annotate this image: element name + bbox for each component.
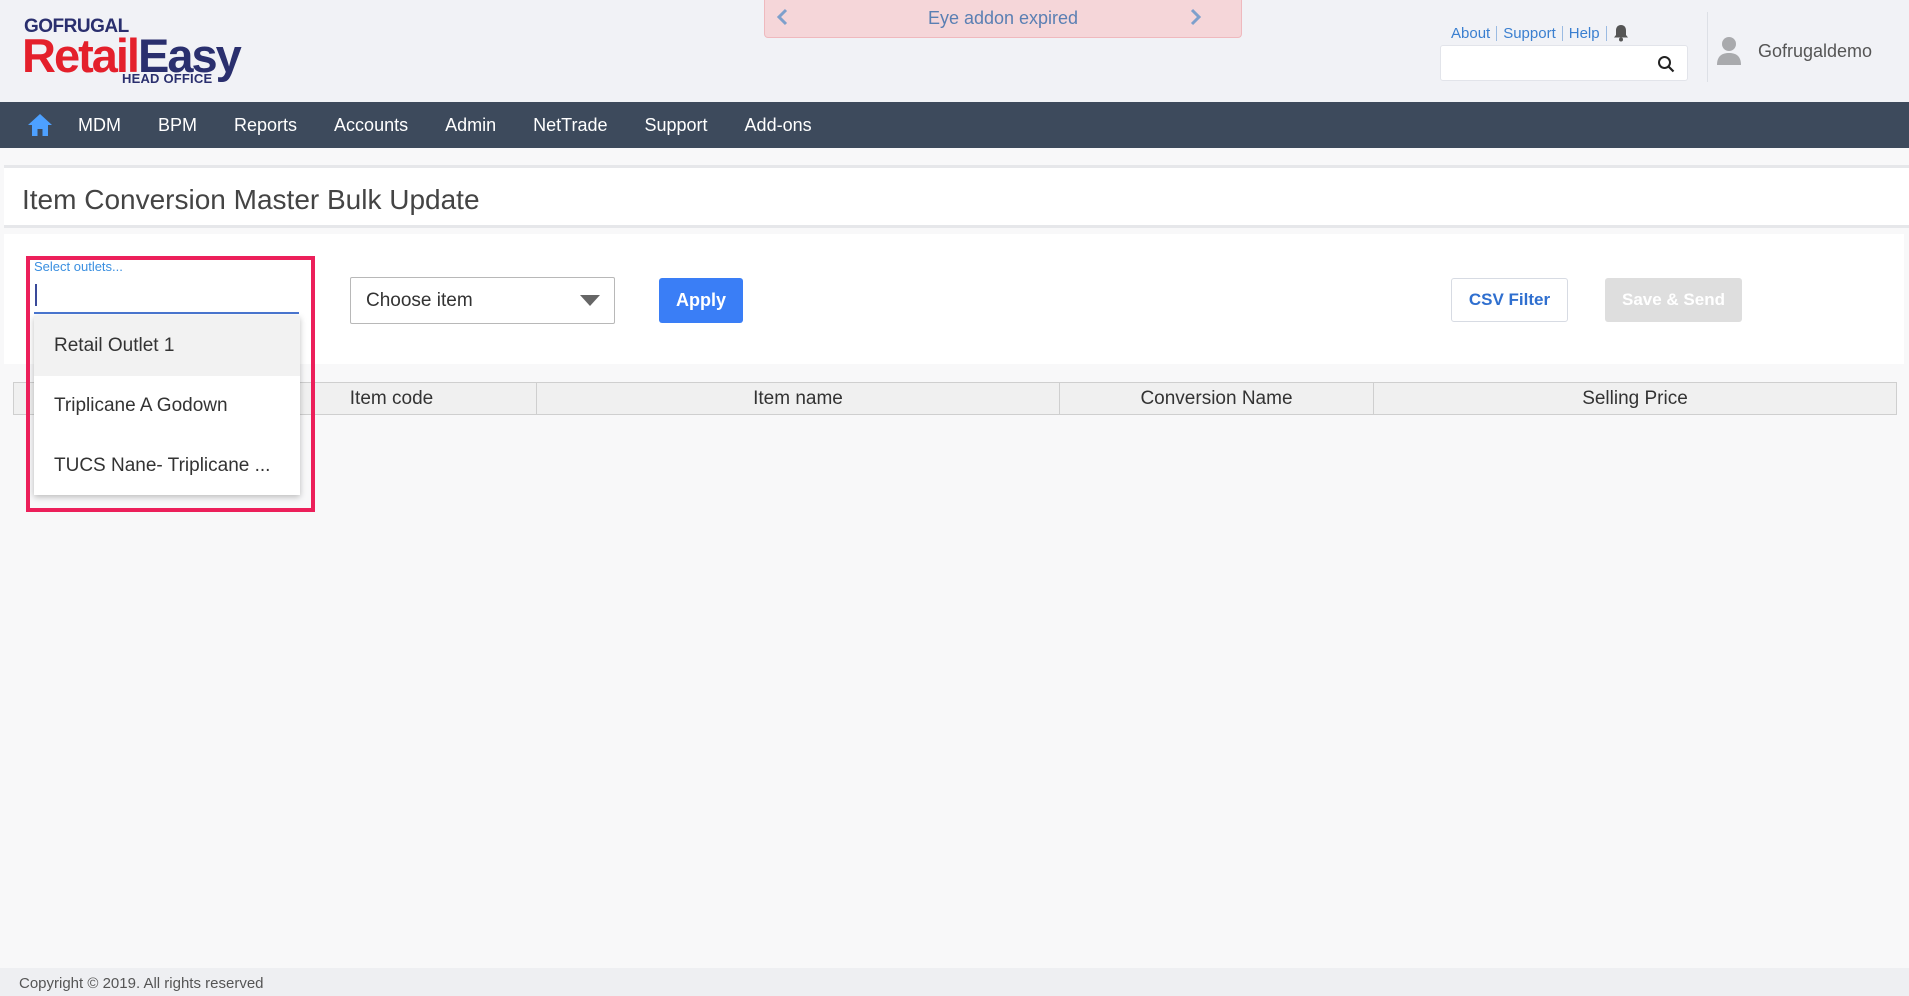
nav-item-admin[interactable]: Admin [445,115,496,136]
outlet-select-underline [34,312,299,314]
user-name: Gofrugaldemo [1758,40,1873,61]
page: GOFRUGAL RetailEasy HEAD OFFICE Eye addo… [0,0,1909,996]
choose-item-select[interactable]: Choose item [350,277,615,324]
logo[interactable]: GOFRUGAL RetailEasy HEAD OFFICE [22,12,262,88]
search-box [1440,45,1688,81]
user-avatar-icon [1716,36,1742,66]
nav-item-accounts[interactable]: Accounts [334,115,408,136]
outlet-select[interactable]: Select outlets... [30,253,302,316]
apply-button[interactable]: Apply [659,278,743,323]
outlet-option[interactable]: Triplicane A Godown [34,376,300,436]
outlet-option[interactable]: TUCS Nane- Triplicane ... [34,436,300,496]
nav-item-addons[interactable]: Add-ons [745,115,812,136]
outlet-select-label: Select outlets... [34,259,123,274]
text-caret [35,284,37,306]
bell-icon[interactable] [1613,24,1629,42]
top-links: About Support Help [1451,22,1629,44]
outlet-dropdown: Retail Outlet 1 Triplicane A Godown TUCS… [34,316,300,495]
logo-sub-text: HEAD OFFICE [122,71,213,86]
support-link[interactable]: Support [1497,25,1563,41]
nav-item-reports[interactable]: Reports [234,115,297,136]
save-send-button[interactable]: Save & Send [1605,278,1742,322]
notice-text: Eye addon expired [927,8,1079,28]
user-menu[interactable]: Gofrugaldemo [1716,36,1872,66]
column-header-item-name[interactable]: Item name [537,383,1060,414]
search-input[interactable] [1447,50,1647,76]
nav-item-nettrade[interactable]: NetTrade [533,115,607,136]
chevron-down-icon [580,294,600,306]
column-header-conversion-name[interactable]: Conversion Name [1060,383,1374,414]
choose-item-value: Choose item [366,290,473,311]
footer: Copyright © 2019. All rights reserved [0,968,1909,996]
about-link[interactable]: About [1451,25,1498,41]
column-header-selling-price[interactable]: Selling Price [1374,383,1896,414]
outlet-option[interactable]: Retail Outlet 1 [34,316,300,376]
csv-filter-button[interactable]: CSV Filter [1451,278,1568,322]
nav-item-support[interactable]: Support [645,115,708,136]
notice-banner: Eye addon expired [764,0,1242,38]
header: GOFRUGAL RetailEasy HEAD OFFICE Eye addo… [0,0,1909,102]
help-link[interactable]: Help [1563,25,1607,41]
logo-retail: Retail [22,29,140,82]
nav-item-bpm[interactable]: BPM [158,115,197,136]
copyright-text: Copyright © 2019. All rights reserved [19,975,264,992]
header-divider [1707,12,1708,82]
nav-item-mdm[interactable]: MDM [78,115,121,136]
title-bar: Item Conversion Master Bulk Update [4,165,1909,228]
page-title: Item Conversion Master Bulk Update [22,184,480,215]
main-nav: MDM BPM Reports Accounts Admin NetTrade … [0,102,1909,148]
home-icon[interactable] [26,112,54,138]
chevron-right-icon[interactable] [1187,7,1205,27]
search-icon[interactable] [1657,55,1675,73]
